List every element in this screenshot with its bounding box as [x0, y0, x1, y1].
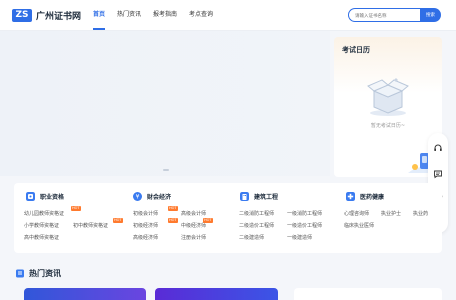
- site-logo[interactable]: ZS 广州证书网: [12, 7, 81, 23]
- search-bar: 搜索: [348, 8, 441, 22]
- search-input[interactable]: [348, 8, 420, 22]
- category-link[interactable]: 高级会计师: [181, 210, 206, 217]
- news-card[interactable]: [24, 288, 146, 300]
- certificate-icon: [26, 192, 35, 201]
- category-link[interactable]: 一级消防工程师: [287, 210, 322, 217]
- category-link[interactable]: 二级造价工程师: [239, 222, 274, 229]
- calendar-empty-text: 暂无考试日历~: [370, 123, 406, 129]
- category-link[interactable]: 初级经济师: [133, 222, 158, 229]
- category-panel: 职业资格 幼儿园教师资格证 HOT 小学教师资格证 初中教师资格证 HOT 高中…: [14, 183, 442, 253]
- category-link[interactable]: 临床执业医师: [344, 222, 374, 229]
- hot-badge: HOT: [168, 218, 178, 223]
- category-construction: 建筑工程 二级消防工程师 一级消防工程师 二级造价工程师 一级造价工程师 二级建…: [228, 183, 333, 253]
- category-title: 财会经济: [147, 194, 172, 201]
- category-link[interactable]: 初级会计师: [133, 210, 158, 217]
- svg-text:¥: ¥: [136, 194, 140, 201]
- hot-badge: HOT: [168, 206, 178, 211]
- category-link[interactable]: 二级消防工程师: [239, 210, 274, 217]
- nav-home[interactable]: 首页: [93, 0, 106, 30]
- category-link[interactable]: 一级造价工程师: [287, 222, 322, 229]
- category-link[interactable]: 一级建造师: [287, 234, 312, 241]
- nav-exam-guide[interactable]: 报考指南: [153, 0, 177, 30]
- category-link[interactable]: 二级建造师: [239, 234, 264, 241]
- category-link[interactable]: 高中教师资格证: [24, 234, 59, 241]
- category-link[interactable]: 心理咨询师: [344, 210, 369, 217]
- category-link[interactable]: 小学教师资格证: [24, 222, 59, 229]
- category-link[interactable]: 高级经济师: [133, 234, 158, 241]
- hot-badge: HOT: [203, 218, 213, 223]
- category-finance-economics: ¥ 财会经济 初级会计师 HOT 高级会计师 初级经济师 HOT 中级经济师 H…: [121, 183, 226, 253]
- category-title: 医药健康: [360, 194, 385, 201]
- category-title: 职业资格: [40, 194, 65, 201]
- main-nav: 首页 热门资讯 报考指南 考点查询: [93, 0, 225, 30]
- building-icon: [240, 192, 249, 201]
- news-icon: [16, 269, 24, 278]
- category-link[interactable]: 执业药: [413, 210, 428, 217]
- section-title-text: 热门资讯: [29, 269, 61, 278]
- header: ZS 广州证书网 首页 热门资讯 报考指南 考点查询 搜索: [0, 0, 456, 31]
- category-professional-qualification: 职业资格 幼儿园教师资格证 HOT 小学教师资格证 初中教师资格证 HOT 高中…: [14, 183, 123, 253]
- medical-icon: [346, 192, 355, 201]
- search-button[interactable]: 搜索: [420, 8, 441, 22]
- category-link[interactable]: 中级经济师: [181, 222, 206, 229]
- headset-icon[interactable]: [433, 143, 443, 153]
- category-link[interactable]: 幼儿园教师资格证: [24, 210, 64, 217]
- carousel-indicator[interactable]: [163, 169, 169, 171]
- logo-mark: ZS: [12, 8, 32, 22]
- category-link[interactable]: 注册会计师: [181, 234, 206, 241]
- calendar-title: 考试日历: [342, 46, 370, 54]
- exam-calendar: 考试日历 暂无考试日历~: [334, 37, 442, 177]
- category-medical-health: 医药健康 心理咨询师 执业护士 执业药 临床执业医师: [334, 183, 439, 253]
- news-card[interactable]: [294, 288, 442, 300]
- message-icon[interactable]: [433, 169, 443, 179]
- nav-hot-news[interactable]: 热门资讯: [117, 0, 141, 30]
- coin-icon: ¥: [133, 192, 142, 201]
- nav-exam-site-query[interactable]: 考点查询: [189, 0, 213, 30]
- hot-news-section-title: 热门资讯: [16, 268, 61, 279]
- hot-badge: HOT: [71, 206, 81, 211]
- category-title: 建筑工程: [254, 194, 279, 201]
- category-link[interactable]: 初中教师资格证: [73, 222, 108, 229]
- banner-carousel[interactable]: [0, 31, 330, 176]
- empty-box-illustration: [367, 78, 409, 116]
- site-name: 广州证书网: [36, 11, 82, 22]
- category-link[interactable]: 执业护士: [381, 210, 401, 217]
- news-card[interactable]: [155, 288, 278, 300]
